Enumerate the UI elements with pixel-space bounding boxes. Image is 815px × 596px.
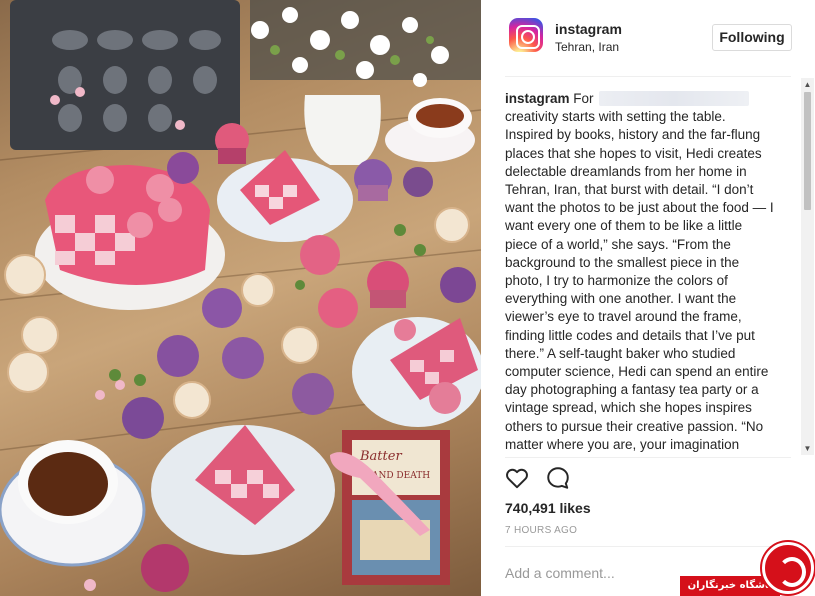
post-photo[interactable]: Batter LAND DEATH: [0, 0, 481, 596]
scroll-up-arrow-icon[interactable]: ▲: [801, 78, 814, 91]
header-divider: [505, 76, 791, 77]
cake-slice-plate-3: [151, 425, 335, 555]
teacup-top: [385, 98, 475, 162]
post-header: instagram Tehran, Iran Following: [481, 0, 815, 76]
post-timestamp[interactable]: 7 HOURS AGO: [505, 525, 577, 536]
caption-scroll-area[interactable]: instagram For creativity starts with set…: [481, 78, 815, 455]
username-link[interactable]: instagram: [555, 21, 622, 37]
watermark-logo-icon: [762, 542, 814, 594]
comment-bubble-icon[interactable]: [545, 465, 571, 491]
avatar[interactable]: [509, 18, 543, 52]
pink-cake: [35, 165, 225, 310]
caption-scrollbar[interactable]: ▲ ▼: [801, 78, 814, 455]
watermark: باشگاه خبرنگاران: [680, 540, 815, 596]
teacup-bottom: [0, 440, 146, 567]
caption-text: creativity starts with setting the table…: [505, 109, 774, 452]
likes-count[interactable]: 740,491 likes: [505, 500, 591, 516]
location-link[interactable]: Tehran, Iran: [555, 40, 619, 54]
redacted-text: [599, 91, 750, 106]
heart-icon[interactable]: [504, 465, 530, 491]
scrollbar-thumb[interactable]: [804, 92, 811, 210]
caption-username[interactable]: instagram: [505, 91, 570, 106]
photo-illustration: Batter LAND DEATH: [0, 0, 481, 592]
scroll-down-arrow-icon[interactable]: ▼: [801, 442, 814, 455]
post-details-panel: instagram Tehran, Iran Following instagr…: [481, 0, 815, 596]
cake-slice-plate-2: [352, 317, 481, 427]
post-actions: [481, 458, 815, 498]
chair-back: [10, 0, 240, 150]
following-button[interactable]: Following: [712, 24, 792, 51]
book-title-line1: Batter: [359, 449, 402, 464]
post-caption: instagram For creativity starts with set…: [505, 90, 777, 454]
caption-first-word: For: [573, 91, 594, 106]
